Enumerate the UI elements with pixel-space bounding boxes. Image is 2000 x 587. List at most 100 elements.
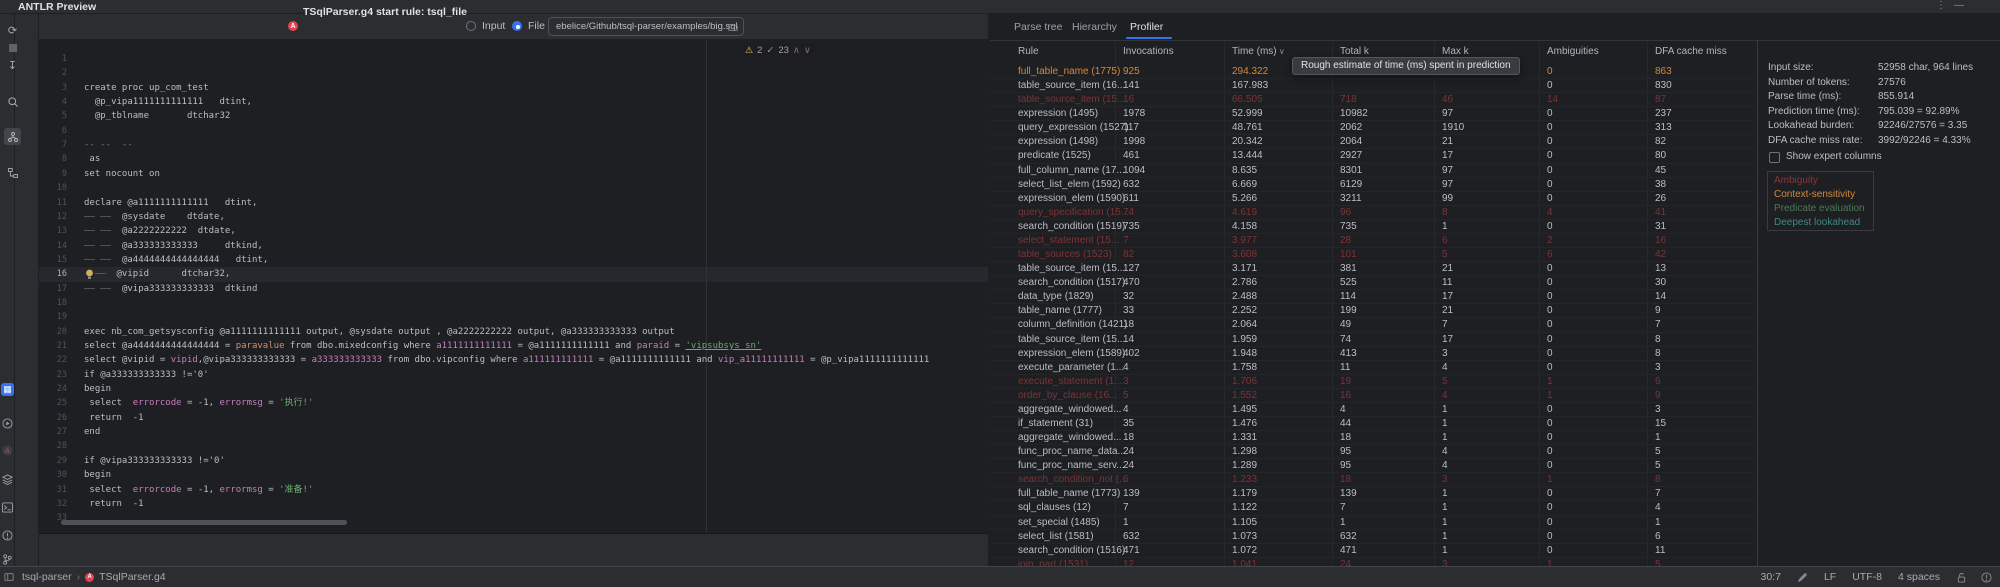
profiler-row[interactable]: table_source_item (15...141.959741708 [990, 333, 1756, 347]
code-editor[interactable]: 1234567891011121314151617181920212223242… [39, 40, 988, 533]
profiler-row[interactable]: query_expression (1527)11748.76120621910… [990, 121, 1756, 135]
antlr-preview-toolwindow-icon[interactable]: ▦ [1, 383, 14, 396]
notifications-icon[interactable] [1981, 572, 1992, 583]
cell: 0 [1547, 291, 1553, 302]
column-header-total-k[interactable]: Total k [1340, 46, 1369, 57]
profiler-row[interactable]: table_source_item (15...1273.17138121013 [990, 262, 1756, 276]
lock-open-icon[interactable] [1956, 572, 1967, 583]
run-toolwindow-icon[interactable] [1, 417, 14, 430]
profiler-row[interactable]: search_condition (1519)7354.1587351031 [990, 220, 1756, 234]
profiler-row[interactable]: execute_statement (1...31.70619516 [990, 375, 1756, 389]
cell: 830 [1655, 80, 1672, 91]
profiler-row[interactable]: table_sources (1523)823.6081015642 [990, 248, 1756, 262]
profiler-row[interactable]: table_name (1777)332.2521992109 [990, 304, 1756, 318]
stop-icon[interactable] [4, 39, 21, 56]
antlr-grammar-toolwindow-icon[interactable]: A [1, 444, 14, 457]
caret-position[interactable]: 30:7 [1761, 571, 1781, 583]
hierarchy-view-icon[interactable] [4, 164, 21, 181]
profiler-row[interactable]: expression (1495)197852.99910982970237 [990, 107, 1756, 121]
show-expert-columns-label[interactable]: Show expert columns [1786, 151, 1882, 162]
profiler-row[interactable]: full_table_name (1773)1391.179139107 [990, 487, 1756, 501]
gutter-line-number: 2 [39, 66, 67, 80]
profiler-row[interactable]: set_special (1485)11.1051101 [990, 516, 1756, 530]
next-problem-icon[interactable]: ∨ [804, 45, 811, 56]
profiler-row[interactable]: select_list (1581)6321.073632106 [990, 530, 1756, 544]
cell: 0 [1547, 263, 1553, 274]
prev-problem-icon[interactable]: ∧ [793, 45, 800, 56]
scroll-to-source-icon[interactable]: ↧ [4, 57, 21, 74]
profiler-row[interactable]: order_by_clause (16...51.55216419 [990, 389, 1756, 403]
tab-parse-tree[interactable]: Parse tree [1014, 21, 1062, 33]
profiler-row[interactable]: expression_elem (1590)6115.266321199026 [990, 192, 1756, 206]
breadcrumb-file[interactable]: TSqlParser.g4 [99, 571, 166, 583]
readonly-toggle-icon[interactable] [1797, 572, 1808, 583]
profiler-row[interactable]: search_condition_not (...61.23318318 [990, 473, 1756, 487]
indent-indicator[interactable]: 4 spaces [1898, 571, 1940, 583]
profiler-row[interactable]: full_column_name (17...10948.63583019704… [990, 164, 1756, 178]
file-radio[interactable] [512, 21, 522, 31]
gutter-line-number: 18 [39, 296, 67, 310]
profiler-row[interactable]: table_source_item (15...1666.50571846148… [990, 93, 1756, 107]
file-path-input[interactable]: ebelice/Github/tsql-parser/examples/big.… [548, 17, 744, 36]
cell: 21 [1442, 263, 1453, 274]
profiler-row[interactable]: execute_parameter (1...41.75811403 [990, 361, 1756, 375]
refresh-icon[interactable]: ⟳ [4, 22, 21, 39]
gutter-line-number: 21 [39, 339, 67, 353]
terminal-toolwindow-icon[interactable] [1, 501, 14, 514]
horizontal-scrollbar-thumb[interactable] [61, 520, 347, 525]
file-radio-label[interactable]: File [528, 20, 545, 32]
column-header-invocations[interactable]: Invocations [1123, 46, 1174, 57]
profiler-row[interactable]: expression (1498)199820.342206421082 [990, 135, 1756, 149]
profiler-row[interactable]: if_statement (31)351.476441015 [990, 417, 1756, 431]
folder-icon[interactable] [728, 22, 738, 32]
profiler-row[interactable]: search_condition (1517)4702.78652511030 [990, 276, 1756, 290]
column-header-time-ms-[interactable]: Time (ms) ∨ [1232, 46, 1285, 57]
profiler-row[interactable]: search_condition (1516)4711.0724711011 [990, 544, 1756, 558]
profiler-row[interactable]: column_definition (1421)182.06449707 [990, 318, 1756, 332]
profiler-row[interactable]: func_proc_name_serv...241.28995405 [990, 459, 1756, 473]
encoding-indicator[interactable]: UTF-8 [1852, 571, 1882, 583]
profiler-row[interactable]: aggregate_windowed...41.4954103 [990, 403, 1756, 417]
profiler-view-icon[interactable] [4, 128, 21, 145]
problems-toolwindow-icon[interactable] [1, 529, 14, 542]
show-expert-columns-checkbox[interactable] [1769, 152, 1780, 163]
profiler-row[interactable]: func_proc_name_data...241.29895405 [990, 445, 1756, 459]
profiler-row[interactable]: expression_elem (1589)4021.948413308 [990, 347, 1756, 361]
profiler-row[interactable]: predicate (1525)46113.444292717080 [990, 149, 1756, 163]
more-options-icon[interactable]: ⋮ [1936, 0, 1946, 11]
hide-panel-icon[interactable]: — [1954, 0, 1964, 11]
services-toolwindow-icon[interactable] [1, 473, 14, 486]
cell: full_table_name (1773) [1018, 488, 1120, 499]
tab-hierarchy[interactable]: Hierarchy [1072, 21, 1117, 33]
column-header-max-k[interactable]: Max k [1442, 46, 1469, 57]
code-line: —— @vipid dtchar32, [84, 267, 230, 281]
profiler-row[interactable]: sql_clauses (12)71.1227104 [990, 501, 1756, 515]
column-header-ambiguities[interactable]: Ambiguities [1547, 46, 1599, 57]
inspections-widget[interactable]: ⚠ 2 ✓ 23 ∧ ∨ [739, 43, 817, 58]
search-icon[interactable] [4, 93, 21, 110]
stat-value: 92246/27576 = 3.35 [1878, 120, 1967, 131]
profiler-row[interactable]: aggregate_windowed...181.33118101 [990, 431, 1756, 445]
cell: 471 [1340, 545, 1357, 556]
window-icon[interactable] [4, 572, 14, 582]
intention-bulb-icon[interactable] [85, 269, 94, 280]
tab-profiler[interactable]: Profiler [1130, 21, 1163, 33]
input-radio[interactable] [466, 21, 476, 31]
cell: 632 [1123, 531, 1140, 542]
profiler-row[interactable]: select_list_elem (1592)6326.669612997038 [990, 178, 1756, 192]
cell: 0 [1547, 165, 1553, 176]
column-header-rule[interactable]: Rule [1018, 46, 1039, 57]
profiler-row[interactable]: query_specification (15...744.619968441 [990, 206, 1756, 220]
input-radio-label[interactable]: Input [482, 20, 505, 32]
column-header-dfa-cache-miss[interactable]: DFA cache miss [1655, 46, 1727, 57]
cell: 7 [1655, 319, 1661, 330]
line-ending-indicator[interactable]: LF [1824, 571, 1836, 583]
cell: 0 [1547, 545, 1553, 556]
git-branch-toolwindow-icon[interactable] [1, 553, 14, 566]
breadcrumb-project[interactable]: tsql-parser [22, 571, 72, 583]
profiler-row[interactable]: table_source_item (16...141167.9830830 [990, 79, 1756, 93]
profiler-row[interactable]: select_statement (15...73.977286216 [990, 234, 1756, 248]
profiler-table: Rule Invocations Time (ms) ∨ Total k Max k Am… [990, 41, 1757, 578]
gutter-line-number: 23 [39, 368, 67, 382]
profiler-row[interactable]: data_type (1829)322.48811417014 [990, 290, 1756, 304]
